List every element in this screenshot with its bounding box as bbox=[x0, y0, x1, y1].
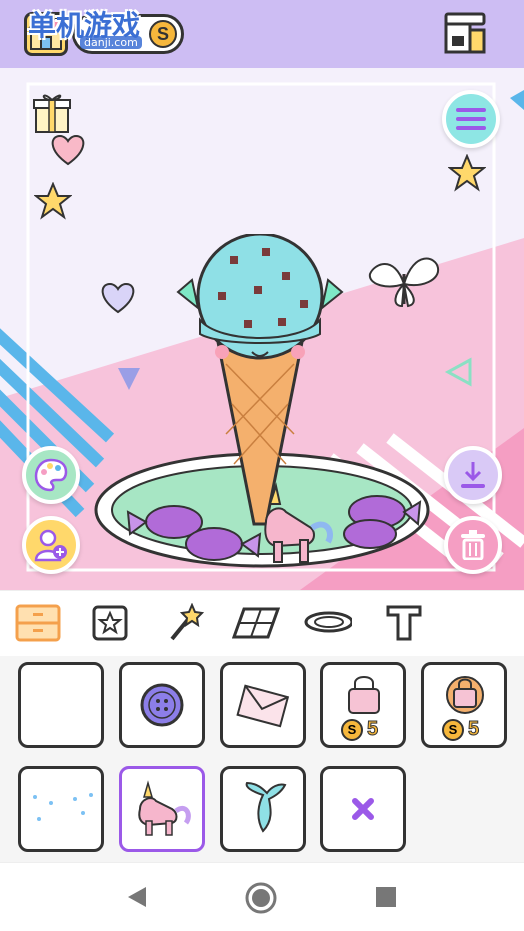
butterfly-icon[interactable] bbox=[364, 244, 444, 314]
star-sticker-icon[interactable] bbox=[34, 182, 72, 220]
add-character-button[interactable] bbox=[22, 516, 80, 574]
back-icon[interactable] bbox=[124, 885, 148, 909]
coin-icon: S bbox=[341, 718, 363, 741]
category-toolbar bbox=[0, 590, 524, 656]
delete-button[interactable] bbox=[444, 516, 502, 574]
coffee-machine-icon[interactable] bbox=[442, 10, 488, 56]
locked-flower-item[interactable]: S5 bbox=[421, 662, 507, 748]
envelope-item[interactable] bbox=[220, 662, 306, 748]
watermark-url: danji.com bbox=[80, 36, 142, 49]
download-button[interactable] bbox=[444, 446, 502, 504]
menu-button[interactable] bbox=[442, 90, 500, 148]
tiles-icon[interactable] bbox=[232, 601, 280, 645]
candy-icon[interactable] bbox=[122, 494, 262, 574]
remove-item[interactable] bbox=[320, 766, 406, 852]
design-canvas[interactable] bbox=[0, 68, 524, 590]
system-nav-bar bbox=[0, 862, 524, 931]
star-frame-icon[interactable] bbox=[86, 601, 134, 645]
item-grid: S5 S5 bbox=[0, 656, 524, 862]
item-price: S5 bbox=[341, 718, 379, 741]
palette-icon bbox=[34, 458, 68, 492]
item-price: S5 bbox=[442, 718, 480, 741]
top-bar: 11 S 单机游戏 danji.com bbox=[0, 0, 524, 68]
unicorn-item[interactable] bbox=[119, 766, 205, 852]
home-icon[interactable] bbox=[244, 881, 278, 915]
coin-icon: S bbox=[149, 20, 177, 48]
empty-slot[interactable] bbox=[18, 662, 104, 748]
download-icon bbox=[461, 462, 485, 488]
drawer-icon[interactable] bbox=[14, 601, 62, 645]
tshirt-icon[interactable] bbox=[380, 601, 428, 645]
sprinkles-item[interactable] bbox=[18, 766, 104, 852]
palette-button[interactable] bbox=[22, 446, 80, 504]
candy-icon[interactable] bbox=[332, 482, 422, 562]
unicorn-icon[interactable] bbox=[246, 482, 336, 568]
heart-sticker-icon[interactable] bbox=[94, 280, 142, 316]
locked-pink-item[interactable]: S5 bbox=[320, 662, 406, 748]
close-icon bbox=[352, 798, 374, 820]
star-sticker-icon[interactable] bbox=[448, 154, 486, 192]
gift-icon[interactable] bbox=[30, 88, 74, 136]
coin-icon: S bbox=[442, 718, 464, 741]
heart-sticker-icon[interactable] bbox=[46, 132, 90, 168]
mermaid-tail-item[interactable] bbox=[220, 766, 306, 852]
purple-button-item[interactable] bbox=[119, 662, 205, 748]
trash-icon bbox=[461, 530, 485, 560]
plate-icon[interactable] bbox=[304, 601, 352, 645]
magic-wand-icon[interactable] bbox=[160, 601, 208, 645]
watermark: 单机游戏 danji.com bbox=[0, 0, 142, 60]
add-person-icon bbox=[34, 529, 67, 562]
recents-icon[interactable] bbox=[374, 885, 398, 909]
